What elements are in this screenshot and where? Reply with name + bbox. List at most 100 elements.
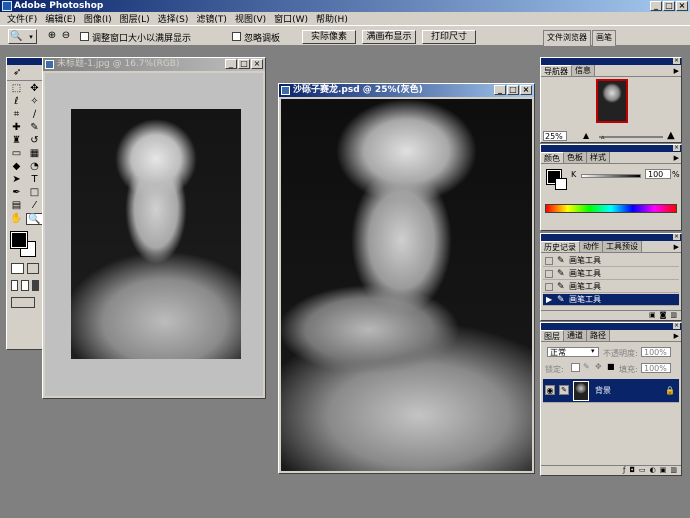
menu-file[interactable]: 文件(F) [3, 12, 41, 25]
layer-style-icon[interactable]: ƒ [623, 466, 625, 475]
tab-info[interactable]: 信息 [572, 65, 595, 76]
history-state-slider-icon[interactable]: ▶ [546, 294, 552, 306]
screen-mode-full-menu-button[interactable] [21, 280, 29, 291]
screen-mode-full-button[interactable] [31, 280, 39, 291]
gradient-tool-icon[interactable]: ▦ [26, 148, 43, 160]
notes-tool-icon[interactable]: ▤ [8, 200, 25, 212]
quick-mask-mode-button[interactable] [26, 263, 39, 274]
adobe-online-button[interactable]: ➶ [7, 65, 43, 81]
panel-menu-icon[interactable]: ▶ [674, 154, 679, 162]
close-button[interactable]: × [676, 1, 688, 11]
history-item[interactable]: ✎ 画笔工具 [543, 255, 679, 267]
adjustment-layer-icon[interactable]: ◐ [650, 466, 656, 475]
resize-window-checkbox[interactable] [80, 32, 89, 41]
lasso-tool-icon[interactable]: ℓ [8, 96, 25, 108]
history-item-selected[interactable]: ▶ ✎ 画笔工具 [543, 294, 679, 306]
trash-icon[interactable]: ▥ [670, 466, 677, 475]
toolbox-title-bar[interactable] [7, 58, 43, 65]
history-brush-tool-icon[interactable]: ↺ [26, 135, 43, 147]
clone-stamp-tool-icon[interactable]: ♜ [8, 135, 25, 147]
slider-handle-icon[interactable]: ▵ [601, 133, 605, 141]
shape-tool-icon[interactable]: □ [26, 187, 43, 199]
menu-edit[interactable]: 编辑(E) [41, 12, 80, 25]
tab-paths[interactable]: 路径 [587, 330, 610, 341]
eraser-tool-icon[interactable]: ▭ [8, 148, 25, 160]
tab-layers[interactable]: 图层 [541, 330, 564, 341]
layers-panel-title-bar[interactable]: × [541, 323, 681, 330]
navigator-zoom-field[interactable]: 25% [543, 131, 567, 141]
panel-menu-icon[interactable]: ▶ [674, 332, 679, 340]
k-value-field[interactable]: 100 [645, 169, 671, 179]
history-brush-source-checkbox[interactable] [545, 270, 553, 278]
maximize-button[interactable]: □ [663, 1, 675, 11]
tab-color[interactable]: 颜色 [541, 152, 564, 163]
history-item[interactable]: ✎ 画笔工具 [543, 281, 679, 293]
doc2-maximize-button[interactable]: □ [507, 85, 519, 95]
tab-swatches[interactable]: 色板 [564, 152, 587, 163]
close-icon[interactable]: × [673, 58, 680, 64]
doc1-minimize-button[interactable]: _ [225, 59, 237, 69]
magic-wand-tool-icon[interactable]: ✧ [26, 96, 43, 108]
menu-window[interactable]: 窗口(W) [270, 12, 312, 25]
close-icon[interactable]: × [673, 234, 680, 240]
dodge-tool-icon[interactable]: ◔ [26, 161, 43, 173]
fill-field[interactable]: 100% [641, 363, 671, 373]
new-layer-icon[interactable]: ▣ [660, 466, 667, 475]
trash-icon[interactable]: ▥ [670, 311, 677, 320]
zoom-in-icon[interactable]: ⊕ [46, 30, 58, 42]
chevron-down-icon[interactable]: ▾ [591, 347, 595, 355]
zoom-in-mountain-icon[interactable]: ▲ [667, 130, 675, 141]
menu-image[interactable]: 图像(I) [80, 12, 116, 25]
tab-navigator[interactable]: 导航器 [541, 65, 572, 76]
doc2-close-button[interactable]: × [520, 85, 532, 95]
document-1-canvas-area[interactable] [45, 73, 263, 396]
foreground-color-swatch[interactable] [10, 231, 28, 249]
navigator-panel-title-bar[interactable]: × [541, 58, 681, 65]
menu-filter[interactable]: 滤镜(T) [192, 12, 231, 25]
history-brush-source-checkbox[interactable] [545, 283, 553, 291]
tab-history[interactable]: 历史记录 [541, 241, 580, 252]
doc1-maximize-button[interactable]: □ [238, 59, 250, 69]
well-tab-brushes[interactable]: 画笔 [592, 30, 616, 46]
imageready-jump-button[interactable] [11, 297, 35, 308]
marquee-tool-icon[interactable]: ⬚ [8, 83, 25, 95]
eye-icon[interactable]: ◉ [545, 385, 555, 395]
hand-tool-icon[interactable]: ✋ [8, 213, 25, 225]
new-set-icon[interactable]: ▭ [639, 466, 646, 475]
doc2-minimize-button[interactable]: _ [494, 85, 506, 95]
tab-tool-presets[interactable]: 工具预设 [603, 241, 642, 252]
opacity-field[interactable]: 100% [641, 347, 671, 357]
tab-styles[interactable]: 样式 [587, 152, 610, 163]
healing-brush-tool-icon[interactable]: ✚ [8, 122, 25, 134]
tool-preset-picker[interactable]: 🔍 ▾ [8, 29, 37, 44]
history-panel-title-bar[interactable]: × [541, 234, 681, 241]
navigator-zoom-slider[interactable] [599, 136, 663, 138]
new-document-icon[interactable]: ▣ [649, 311, 656, 320]
blur-tool-icon[interactable]: ◆ [8, 161, 25, 173]
history-brush-source-checkbox[interactable] [545, 257, 553, 265]
close-icon[interactable]: × [673, 323, 680, 329]
painted-portrait-canvas[interactable] [281, 99, 532, 471]
navigator-thumbnail[interactable] [596, 79, 628, 123]
new-snapshot-icon[interactable]: ◙ [660, 311, 667, 320]
slice-tool-icon[interactable]: ∕ [26, 109, 43, 121]
path-selection-tool-icon[interactable]: ➤ [8, 174, 25, 186]
tab-actions[interactable]: 动作 [580, 241, 603, 252]
k-channel-slider[interactable] [581, 174, 641, 178]
brush-icon[interactable]: ✎ [559, 385, 569, 395]
fit-screen-button[interactable]: 满画布显示 [362, 30, 416, 44]
well-tab-file-browser[interactable]: 文件浏览器 [543, 30, 591, 46]
ignore-palettes-checkbox[interactable] [232, 32, 241, 41]
lock-paint-icon[interactable]: ✎ [583, 362, 590, 371]
lock-move-icon[interactable]: ✥ [595, 362, 602, 371]
layer-row-background[interactable]: ◉ ✎ 背景 🔒 [543, 379, 679, 403]
minimize-button[interactable]: _ [650, 1, 662, 11]
pen-tool-icon[interactable]: ✒ [8, 187, 25, 199]
move-tool-icon[interactable]: ✥ [26, 83, 43, 95]
print-size-button[interactable]: 打印尺寸 [422, 30, 476, 44]
color-ramp[interactable] [545, 204, 677, 213]
history-item[interactable]: ✎ 画笔工具 [543, 268, 679, 280]
eyedropper-tool-icon[interactable]: ⁄ [26, 200, 43, 212]
document-2-title-bar[interactable]: 沙砾子赛龙.psd @ 25%(灰色) _ □ × [279, 84, 534, 97]
standard-mode-button[interactable] [11, 263, 24, 274]
